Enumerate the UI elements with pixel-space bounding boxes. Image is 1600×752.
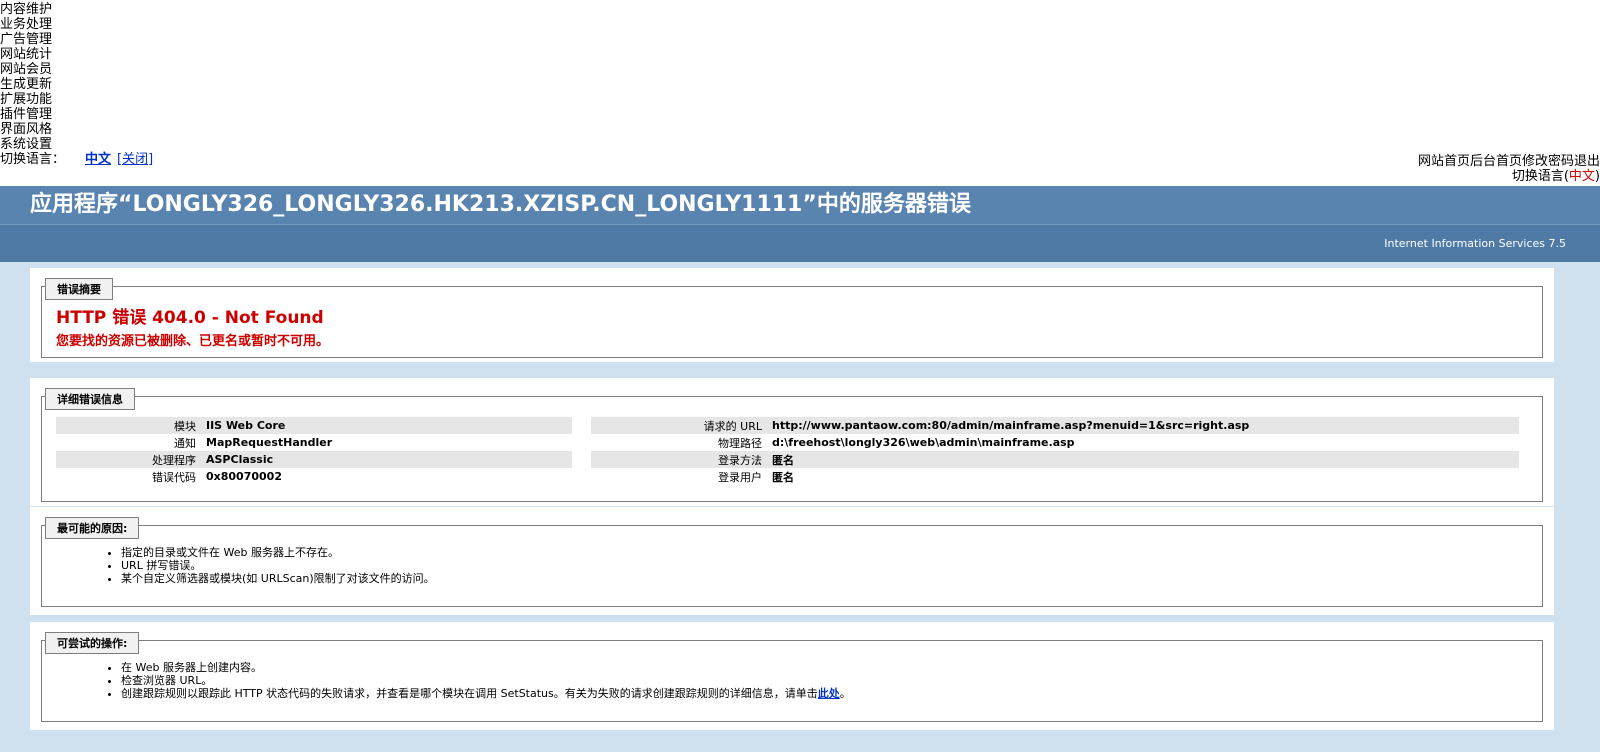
- site-home-link[interactable]: 网站首页: [1418, 154, 1470, 169]
- list-item: 检查浏览器 URL。: [121, 674, 851, 687]
- menu-item-generate[interactable]: 生成更新: [0, 77, 153, 92]
- table-row: 处理程序 ASPClassic: [56, 451, 572, 468]
- table-row: 登录方法 匿名: [591, 451, 1519, 468]
- error-details-legend: 详细错误信息: [45, 388, 135, 410]
- language-switcher: 切换语言： 中文 [关闭]: [0, 152, 153, 167]
- table-row: 错误代码 0x80070002: [152, 470, 282, 484]
- table-row: 请求的 URL http://www.pantaow.com:80/admin/m…: [591, 417, 1519, 434]
- actions-list: 在 Web 服务器上创建内容。 检查浏览器 URL。 创建跟踪规则以跟踪此 HT…: [107, 661, 851, 700]
- language-switch-right: 切换语言(中文): [1511, 169, 1600, 184]
- change-password-link[interactable]: 修改密码: [1522, 154, 1574, 169]
- error-description: 您要找的资源已被删除、已更名或暂时不可用。: [56, 334, 330, 349]
- menu-item-skin[interactable]: 界面风格: [0, 122, 153, 137]
- error-summary-fieldset: 错误摘要 HTTP 错误 404.0 - Not Found 您要找的资源已被删…: [41, 278, 1543, 358]
- error-summary-legend: 错误摘要: [45, 278, 113, 300]
- menu-item-plugins[interactable]: 插件管理: [0, 107, 153, 122]
- details-left-table: 模块 IIS Web Core 通知 MapRequestHandler 处理程序 A…: [56, 417, 572, 485]
- menu-item-extensions[interactable]: 扩展功能: [0, 92, 153, 107]
- menu-item-members[interactable]: 网站会员: [0, 62, 153, 77]
- actions-panel: 可尝试的操作: 在 Web 服务器上创建内容。 检查浏览器 URL。 创建跟踪规…: [30, 622, 1554, 730]
- actions-fieldset: 可尝试的操作: 在 Web 服务器上创建内容。 检查浏览器 URL。 创建跟踪规…: [41, 632, 1543, 722]
- physical-path: d:\freehost\longly326\web\admin\mainfram…: [772, 436, 1075, 449]
- causes-legend: 最可能的原因:: [45, 517, 140, 539]
- trace-rules-link[interactable]: 此处: [818, 687, 840, 700]
- iis-error-page: 应用程序“LONGLY326_LONGLY326.HK213.XZISP.CN_…: [0, 186, 1600, 752]
- error-details-fieldset: 详细错误信息 模块 IIS Web Core 通知 MapRequestHandle…: [41, 388, 1543, 502]
- left-menu: 内容维护 业务处理 广告管理 网站统计 网站会员 生成更新 扩展功能 插件管理 …: [0, 2, 153, 167]
- error-code: HTTP 错误 404.0 - Not Found: [56, 308, 324, 328]
- table-row: 通知 MapRequestHandler: [174, 436, 333, 450]
- language-label: 切换语言：: [0, 152, 66, 167]
- causes-panel: 最可能的原因: 指定的目录或文件在 Web 服务器上不存在。 URL 拼写错误。…: [30, 507, 1554, 615]
- language-close-link[interactable]: [关闭]: [117, 152, 153, 167]
- page-title: 应用程序“LONGLY326_LONGLY326.HK213.XZISP.CN_…: [0, 186, 1600, 224]
- table-row: 模块 IIS Web Core: [56, 417, 572, 434]
- logout-link[interactable]: 退出: [1574, 154, 1600, 169]
- menu-item-content[interactable]: 内容维护: [0, 2, 153, 17]
- list-item: 指定的目录或文件在 Web 服务器上不存在。: [121, 546, 435, 559]
- table-row: 登录用户 匿名: [718, 470, 794, 484]
- admin-home-link[interactable]: 后台首页: [1470, 154, 1522, 169]
- menu-item-settings[interactable]: 系统设置: [0, 137, 153, 152]
- error-summary-panel: 错误摘要 HTTP 错误 404.0 - Not Found 您要找的资源已被删…: [30, 268, 1554, 362]
- causes-list: 指定的目录或文件在 Web 服务器上不存在。 URL 拼写错误。 某个自定义筛选…: [107, 546, 435, 585]
- menu-item-ads[interactable]: 广告管理: [0, 32, 153, 47]
- server-name: Internet Information Services 7.5: [0, 224, 1600, 262]
- menu-item-business[interactable]: 业务处理: [0, 17, 153, 32]
- requested-url: http://www.pantaow.com:80/admin/mainfram…: [772, 417, 1519, 434]
- language-current-link[interactable]: 中文: [85, 152, 111, 167]
- menu-item-stats[interactable]: 网站统计: [0, 47, 153, 62]
- language-value-link[interactable]: 中文: [1569, 169, 1595, 184]
- causes-fieldset: 最可能的原因: 指定的目录或文件在 Web 服务器上不存在。 URL 拼写错误。…: [41, 517, 1543, 607]
- list-item: 某个自定义筛选器或模块(如 URLScan)限制了对该文件的访问。: [121, 572, 435, 585]
- details-right-table: 请求的 URL http://www.pantaow.com:80/admin/m…: [591, 417, 1519, 485]
- list-item: URL 拼写错误。: [121, 559, 435, 572]
- list-item: 在 Web 服务器上创建内容。: [121, 661, 851, 674]
- table-row: 物理路径 d:\freehost\longly326\web\admin\main…: [591, 434, 1519, 451]
- error-details-panel: 详细错误信息 模块 IIS Web Core 通知 MapRequestHandle…: [30, 378, 1554, 506]
- top-right-links: 网站首页后台首页修改密码退出 切换语言(中文): [1418, 154, 1600, 184]
- list-item: 创建跟踪规则以跟踪此 HTTP 状态代码的失败请求，并查看是哪个模块在调用 Se…: [121, 687, 851, 700]
- actions-legend: 可尝试的操作:: [45, 632, 140, 654]
